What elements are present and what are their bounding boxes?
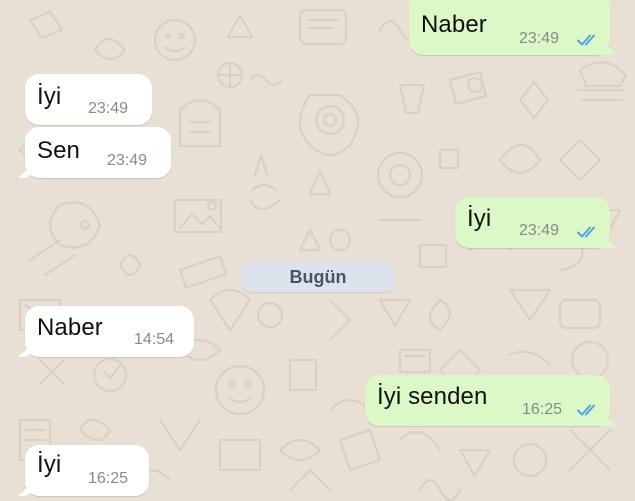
date-separator-chip: Bugün (241, 262, 395, 292)
message-time: 23:49 (519, 222, 560, 239)
message-bubble-outgoing[interactable]: Naber 23:49 (409, 0, 610, 55)
message-bubble-incoming[interactable]: Naber 14:54 (25, 306, 194, 357)
message-text: Naber (421, 11, 487, 38)
double-check-read-icon (577, 404, 595, 416)
message-bubble-incoming[interactable]: İyi 16:25 (25, 445, 149, 496)
message-bubble-outgoing[interactable]: İyi senden 16:25 (365, 375, 610, 426)
message-time: 16:25 (88, 470, 129, 487)
message-text: İyi (467, 205, 492, 232)
message-bubble-outgoing[interactable]: İyi 23:49 (455, 197, 610, 248)
message-time: 16:25 (522, 401, 563, 418)
message-time: 23:49 (519, 30, 560, 47)
message-text: Naber (37, 314, 103, 341)
message-text: İyi (37, 451, 62, 478)
double-check-read-icon (577, 226, 595, 238)
message-time: 23:49 (107, 152, 148, 169)
message-text: Sen (37, 137, 81, 164)
message-bubble-incoming[interactable]: İyi 23:49 (25, 74, 152, 125)
chat-thread: Naber 23:49 İyi 23:49 Sen 23:49 İyi 23:4… (0, 0, 635, 501)
message-text: İyi senden (377, 383, 488, 410)
message-time: 23:49 (88, 100, 129, 117)
message-bubble-incoming[interactable]: Sen 23:49 (25, 127, 171, 178)
message-text: İyi (37, 83, 62, 110)
message-time: 14:54 (134, 331, 175, 348)
double-check-read-icon (577, 34, 595, 46)
